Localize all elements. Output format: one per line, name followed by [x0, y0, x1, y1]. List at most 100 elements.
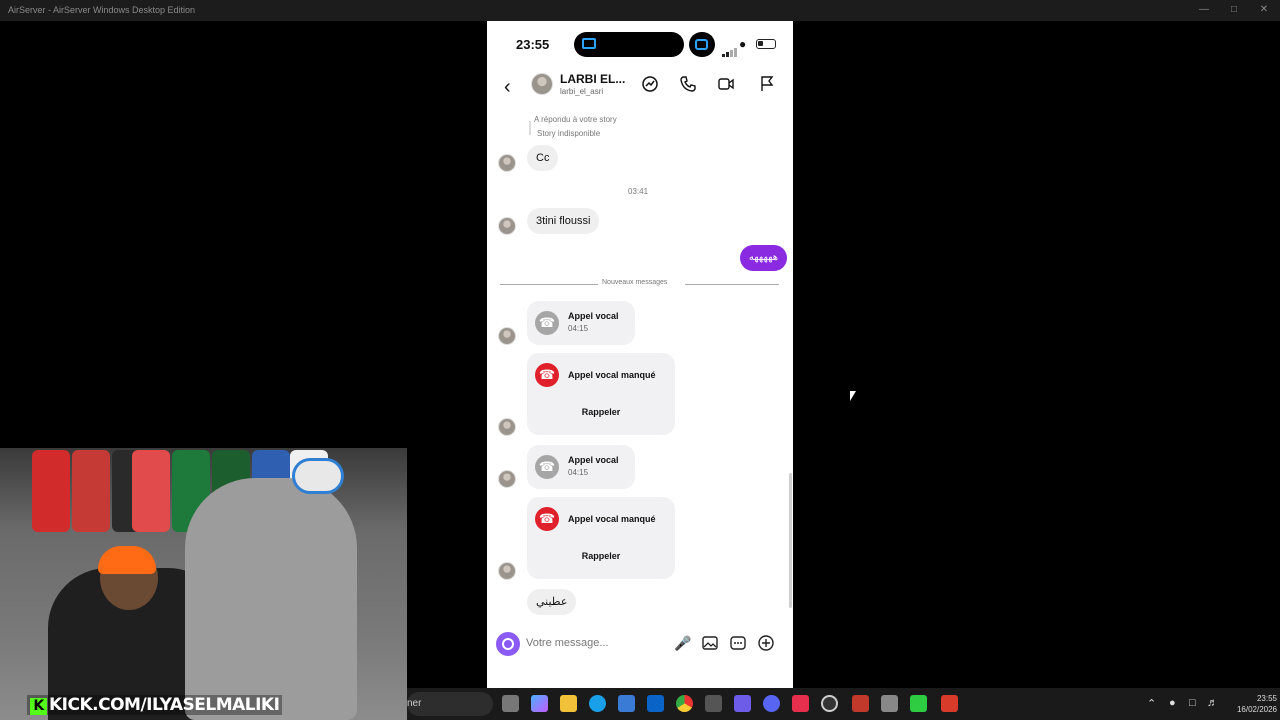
kick-banner: K KICK.COM/ILYASELMALIKI [27, 695, 283, 715]
flag-icon[interactable] [758, 75, 776, 93]
adobe-icon[interactable] [792, 695, 809, 712]
call-title: Appel vocal [568, 455, 619, 465]
contact-username[interactable]: larbi_el_asri [560, 87, 603, 96]
store-icon[interactable] [618, 695, 635, 712]
chrome-icon[interactable] [676, 695, 693, 712]
wifi-icon: ● [739, 37, 747, 51]
avatar[interactable] [498, 217, 516, 235]
copilot-icon[interactable] [531, 695, 548, 712]
message-bubble[interactable]: Cc [527, 145, 559, 171]
back-icon[interactable]: ‹ [504, 76, 511, 99]
call-card[interactable]: ☎ Appel vocal 04:15 [527, 301, 635, 345]
time-marker: 03:41 [628, 187, 649, 196]
minimize-icon[interactable]: — [1197, 3, 1211, 17]
avatar[interactable] [498, 418, 516, 436]
divider [500, 284, 598, 285]
story-unavailable[interactable]: Story indisponible [537, 129, 600, 138]
reply-bar [529, 121, 531, 135]
phone-icon[interactable] [679, 75, 697, 93]
webcam-overlay: K KICK.COM/ILYASELMALIKI [0, 448, 407, 720]
jersey [32, 450, 70, 532]
window-title: AirServer - AirServer Windows Desktop Ed… [8, 5, 196, 15]
airserver-icon[interactable] [941, 695, 958, 712]
cap [292, 458, 344, 494]
missed-call-card: ☎ Appel vocal manqué Rappeler [527, 497, 675, 579]
call-duration: 04:15 [568, 468, 589, 477]
status-time: 23:55 [516, 37, 550, 52]
close-icon[interactable]: ✕ [1257, 3, 1271, 17]
avatar[interactable] [498, 470, 516, 488]
capcut-icon[interactable] [705, 695, 722, 712]
gamepad-icon[interactable] [734, 695, 751, 712]
message-bubble[interactable]: عطيني [527, 589, 577, 615]
screen-mirror-icon [695, 39, 708, 50]
taskbar: ner ⌃ ● □ ♬ 23:55 16/02/2026 [407, 688, 1280, 720]
network-icon[interactable]: □ [1189, 697, 1196, 709]
camera-icon[interactable] [496, 632, 520, 656]
sticker-icon[interactable] [729, 634, 747, 652]
task-view-icon[interactable] [502, 695, 519, 712]
microphone-icon[interactable]: 🎤 [674, 634, 692, 652]
volume-icon[interactable]: ♬ [1207, 697, 1218, 709]
scrollbar[interactable] [789, 473, 792, 608]
avatar[interactable] [498, 154, 516, 172]
edge-icon[interactable] [589, 695, 606, 712]
clock-time: 23:55 [1256, 694, 1277, 703]
signal-icon [722, 39, 738, 57]
gallery-icon[interactable] [701, 634, 719, 652]
person [185, 478, 357, 720]
avatar[interactable] [498, 327, 516, 345]
taskbar-clock[interactable]: 23:55 16/02/2026 [1225, 693, 1277, 715]
phone-icon: ☎ [535, 455, 559, 479]
dynamic-island [574, 32, 684, 57]
my-message-bubble[interactable]: هههههه [739, 245, 787, 271]
folder-icon[interactable] [560, 695, 577, 712]
chat-header: ‹ LARBI EL... larbi_el_asri [487, 67, 793, 109]
window-titlebar: AirServer - AirServer Windows Desktop Ed… [0, 0, 1280, 21]
airplay-icon [582, 38, 596, 49]
missed-call-icon: ☎ [535, 507, 559, 531]
reply-note: A répondu à votre story [534, 115, 617, 124]
call-title: Appel vocal manqué [568, 370, 656, 380]
news-icon[interactable] [852, 695, 869, 712]
message-bubble[interactable]: 3tini floussi [527, 208, 600, 234]
app-icon[interactable] [881, 695, 898, 712]
orange-cap [98, 546, 156, 574]
call-title: Appel vocal [568, 311, 619, 321]
jersey [132, 450, 170, 532]
avatar[interactable] [531, 73, 553, 95]
screen-mirror-indicator [689, 32, 715, 57]
microphone-icon[interactable]: ● [1169, 697, 1176, 709]
taskbar-search[interactable]: ner [407, 692, 493, 716]
trend-icon[interactable] [641, 75, 659, 93]
play-icon[interactable] [910, 695, 927, 712]
callback-button[interactable]: Rappeler [527, 407, 675, 417]
call-title: Appel vocal manqué [568, 514, 656, 524]
discord-icon[interactable] [763, 695, 780, 712]
kick-logo-icon: K [30, 698, 47, 715]
mouse-cursor [850, 391, 856, 401]
battery-fill [758, 41, 763, 46]
kick-url: KICK.COM/ILYASELMALIKI [49, 695, 280, 715]
plus-icon[interactable] [757, 634, 775, 652]
battery-icon [756, 39, 776, 49]
chevron-up-icon[interactable]: ⌃ [1147, 697, 1156, 710]
outlook-icon[interactable] [647, 695, 664, 712]
call-card[interactable]: ☎ Appel vocal 04:15 [527, 445, 635, 489]
maximize-icon[interactable]: □ [1227, 3, 1241, 17]
message-input[interactable]: Votre message... [526, 637, 609, 649]
avatar[interactable] [498, 562, 516, 580]
new-messages-label: Nouveaux messages [602, 279, 668, 286]
callback-button[interactable]: Rappeler [527, 551, 675, 561]
missed-call-icon: ☎ [535, 363, 559, 387]
divider [685, 284, 779, 285]
phone-screen: 23:55 ● ‹ LARBI EL... larbi_el_asri A ré… [487, 21, 793, 688]
clock-date: 16/02/2026 [1236, 705, 1277, 714]
contact-name[interactable]: LARBI EL... [560, 72, 625, 86]
taskbar-search-text: ner [407, 698, 422, 709]
message-list[interactable]: A répondu à votre story Story indisponib… [487, 109, 793, 629]
video-icon[interactable] [717, 75, 735, 93]
obs-icon[interactable] [821, 695, 838, 712]
jersey [72, 450, 110, 532]
missed-call-card: ☎ Appel vocal manqué Rappeler [527, 353, 675, 435]
